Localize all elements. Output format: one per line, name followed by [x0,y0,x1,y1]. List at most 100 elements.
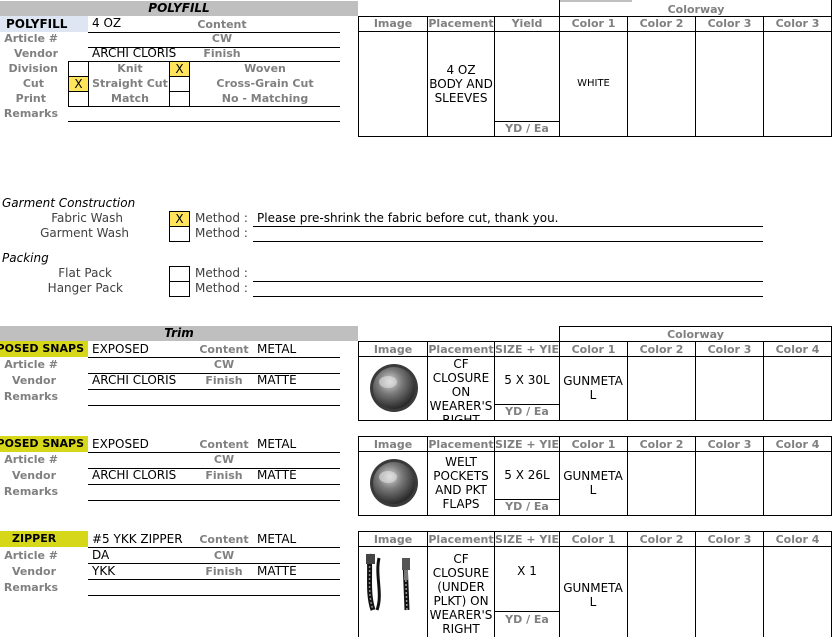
fabric-content-label: Content [197,18,247,31]
trim-placement-2: WELT POCKETS AND PKT FLAPS [433,455,489,511]
fabric-header-color4: Color 3 [775,17,820,30]
fabric-wash-label: Fabric Wash [51,211,123,225]
trim-finish-1: MATTE [257,373,297,387]
trim-finish-2: MATTE [257,468,297,482]
top-rule [560,0,632,2]
garment-wash-checkbox[interactable] [169,226,190,242]
packing-title: Packing [2,251,49,265]
trim-content-label-3: Content [199,533,249,546]
rule [763,16,764,136]
trim-vendor-label-2: Vendor [11,469,56,482]
match-checkbox[interactable] [68,91,89,107]
rule [88,500,340,501]
hanger-pack-method-label: Method : [195,281,248,295]
fabric-header-yield: Yield [511,17,543,30]
trim-vendor-3: YKK [92,564,116,578]
fabric-name-cell: POLYFILL [0,16,88,32]
fabric-wash-method[interactable]: Please pre-shrink the fabric before cut,… [257,211,763,225]
trim3-header-color2: Color 2 [639,533,684,546]
trim-yield-unit-2: YD / Ea [505,500,549,513]
garment-wash-label: Garment Wash [40,226,129,240]
rule [88,405,340,406]
rule [88,106,340,107]
trim3-header-image: Image [373,533,413,546]
rule [253,241,763,242]
trim-remarks-label-2: Remarks [3,485,58,498]
rule [695,16,696,136]
no-match-checkbox[interactable] [169,91,190,107]
fabric-section-header: POLYFILL [0,1,358,16]
fabric-header-color2: Color 2 [639,17,684,30]
trim1-header-image: Image [373,343,413,356]
trim2-header-color4: Color 4 [775,438,820,451]
fabric-placement: 4 OZ BODY AND SLEEVES [429,63,493,105]
colorway-header: Colorway [560,2,832,16]
trim-remarks-label-1: Remarks [3,390,58,403]
rule [253,226,763,227]
trim-yield-unit-3: YD / Ea [505,613,549,626]
trim-finish-label-3: Finish [205,565,243,578]
trim-cw-label-1: CW [213,358,235,371]
straight-cut-checkbox[interactable]: X [68,76,89,92]
trim-vendor-label-3: Vendor [11,565,56,578]
rule [88,595,340,596]
trim-vendor-1: ARCHI CLORIS [92,373,177,387]
snap-image [366,362,422,414]
trim1-header-placement: Placement [428,343,494,356]
trim2-header-color3: Color 3 [707,438,752,451]
trim-content-label-1: Content [199,343,249,356]
trim1-header-color3: Color 3 [707,343,752,356]
knit-checkbox[interactable] [68,61,89,77]
trim3-header-color4: Color 4 [775,533,820,546]
rule [358,136,832,137]
trim-size-yield-3: X 1 [517,564,537,578]
trim-vendor-2: ARCHI CLORIS [92,468,177,482]
rule [627,16,628,136]
fabric-weight: 4 OZ [92,16,122,30]
fabric-vendor: ARCHI CLORIS [92,46,177,60]
no-match-label: No - Matching [221,92,309,105]
trim-article-label-1: Article # [4,358,58,371]
rule [253,281,763,282]
flat-pack-checkbox[interactable] [169,266,190,282]
rule [358,31,832,32]
fabric-wash-checkbox[interactable]: X [169,211,190,227]
fabric-article-label: Article # [4,32,58,45]
trim3-header-placement: Placement [428,533,494,546]
trim-color1-1: GUNMETAL [563,374,623,402]
trim-section-header: Trim [0,326,358,341]
rule [253,296,763,297]
fabric-header-image: Image [373,17,413,30]
fabric-remarks-label: Remarks [3,107,58,120]
trim-article-3: DA [92,548,110,562]
trim-name-1: EXPOSED SNAPS [0,341,88,357]
cross-grain-checkbox[interactable] [169,76,190,92]
trim-placement-1: CF CLOSURE ON WEARER'S RIGHT [429,357,493,420]
flat-pack-method-label: Method : [195,266,248,280]
straight-cut-label: Straight Cut [92,77,168,90]
trim-desc-3: #5 YKK ZIPPER [92,532,183,546]
fabric-yield-unit: YD / Ea [505,122,549,135]
garment-wash-method-label: Method : [195,226,248,240]
trim-article-label-3: Article # [4,549,58,562]
fabric-header-placement: Placement [428,17,494,30]
rule [88,579,340,580]
hanger-pack-checkbox[interactable] [169,281,190,297]
rule [494,16,495,136]
trim-remarks-label-3: Remarks [3,581,58,594]
rule [88,484,340,485]
flat-pack-label: Flat Pack [58,266,112,280]
rule [358,515,832,516]
trim1-header-size: SIZE + YIELD [495,343,559,356]
fabric-division-label: Division [8,62,58,75]
rule [68,121,340,122]
trim-name-2: EXPOSED SNAPS [0,436,88,452]
trim-color1-3: GUNMETAL [563,581,623,609]
fabric-wash-method-label: Method : [195,211,248,225]
trim-desc-2: EXPOSED [92,437,149,451]
trim-colorway-label: Colorway [667,328,724,341]
woven-checkbox[interactable]: X [169,61,190,77]
trim1-header-color2: Color 2 [639,343,684,356]
cross-grain-label: Cross-Grain Cut [216,77,314,90]
trim2-header-color2: Color 2 [639,438,684,451]
